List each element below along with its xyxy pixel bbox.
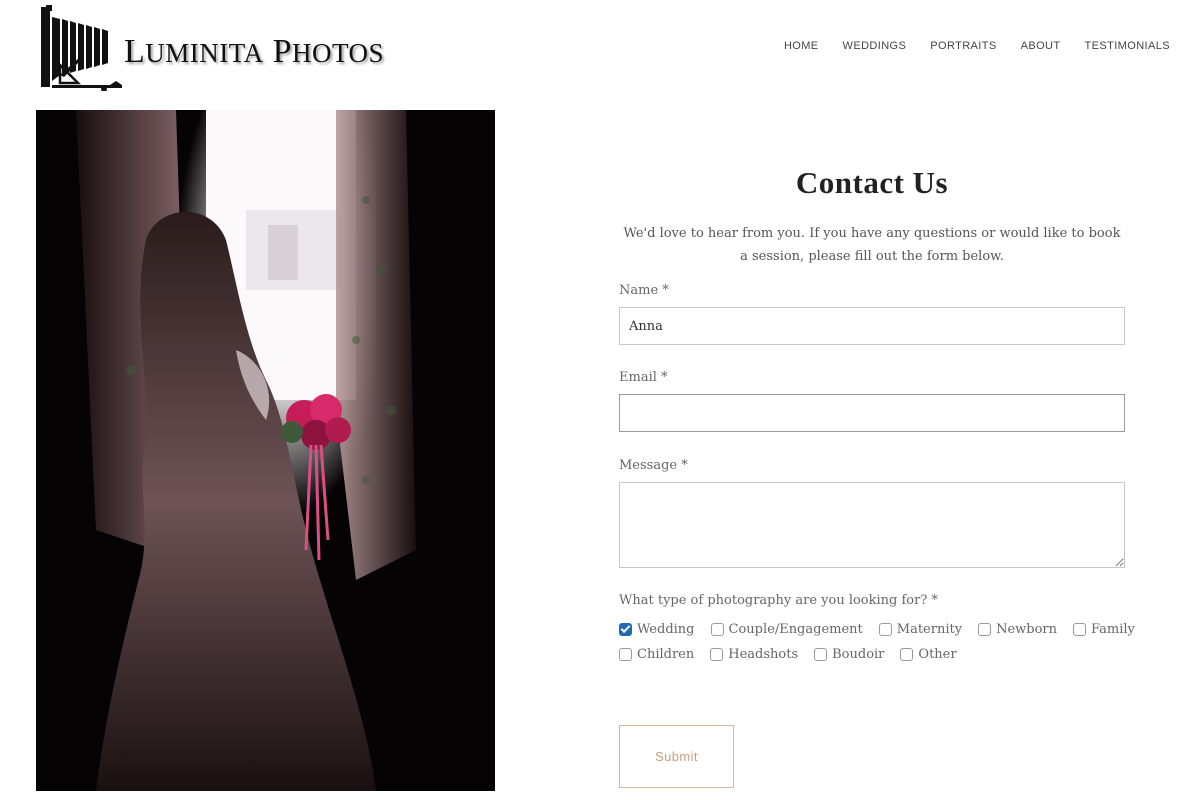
options-row-2: Children Headshots Boudoir Other [619, 647, 1139, 662]
option-label: Newborn [996, 622, 1057, 637]
nav-weddings[interactable]: WEDDINGS [843, 40, 907, 52]
option-label: Children [637, 647, 695, 662]
nav-portraits[interactable]: PORTRAITS [930, 40, 996, 52]
option-label: Other [918, 647, 957, 662]
option-newborn[interactable]: Newborn [978, 622, 1057, 637]
photography-type-question: What type of photography are you looking… [619, 593, 938, 608]
site-logo[interactable]: LUMINITA PHOTOS [40, 5, 385, 91]
checkbox-headshots[interactable] [710, 648, 724, 661]
checkbox-boudoir[interactable] [814, 648, 828, 661]
option-headshots[interactable]: Headshots [710, 647, 798, 662]
nav-home[interactable]: HOME [784, 40, 819, 52]
option-children[interactable]: Children [619, 647, 694, 662]
bride-photo-illustration [36, 110, 495, 791]
option-family[interactable]: Family [1073, 622, 1135, 637]
email-label: Email * [619, 370, 668, 385]
checkbox-children[interactable] [619, 648, 632, 661]
checkbox-other[interactable] [900, 648, 914, 661]
nav-testimonials[interactable]: TESTIMONIALS [1085, 40, 1170, 52]
brand-initial-p: P [272, 33, 293, 70]
option-label: Family [1091, 622, 1135, 637]
nav-about[interactable]: ABOUT [1021, 40, 1061, 52]
brand-initial-l: L [124, 33, 146, 70]
message-label: Message * [619, 458, 688, 473]
bride-photo [36, 110, 495, 791]
option-label: Maternity [896, 622, 963, 637]
brand-name: LUMINITA PHOTOS [124, 33, 384, 71]
option-other[interactable]: Other [900, 647, 957, 662]
page-title: Contact Us [795, 165, 949, 200]
photography-type-options: Wedding Couple/Engagement Maternity Newb… [619, 622, 1139, 672]
submit-button[interactable]: Submit [619, 725, 734, 788]
option-label: Couple/Engagement [728, 622, 863, 637]
camera-bellows-icon [41, 5, 122, 91]
brand-word-one: UMINITA [145, 38, 264, 68]
message-textarea[interactable] [619, 482, 1125, 568]
checkbox-family[interactable] [1073, 623, 1086, 636]
option-boudoir[interactable]: Boudoir [814, 647, 884, 662]
option-label: Headshots [728, 647, 799, 662]
form-intro: We'd love to hear from you. If you have … [623, 226, 1121, 264]
name-input[interactable] [619, 307, 1125, 345]
main-nav: HOME WEDDINGS PORTRAITS ABOUT TESTIMONIA… [784, 40, 1170, 52]
brand-word-two: HOTOS [292, 38, 385, 68]
checkbox-newborn[interactable] [978, 623, 992, 636]
options-row-1: Wedding Couple/Engagement Maternity Newb… [619, 622, 1139, 637]
option-couple-engagement[interactable]: Couple/Engagement [710, 622, 863, 637]
checkbox-couple-engagement[interactable] [710, 623, 724, 636]
option-maternity[interactable]: Maternity [878, 622, 963, 637]
checkbox-maternity[interactable] [878, 623, 892, 636]
option-label: Wedding [637, 622, 695, 637]
name-label: Name * [619, 283, 669, 298]
checkbox-wedding[interactable] [619, 623, 632, 636]
email-input[interactable] [619, 394, 1125, 432]
option-wedding[interactable]: Wedding [619, 622, 695, 637]
option-label: Boudoir [832, 647, 885, 662]
